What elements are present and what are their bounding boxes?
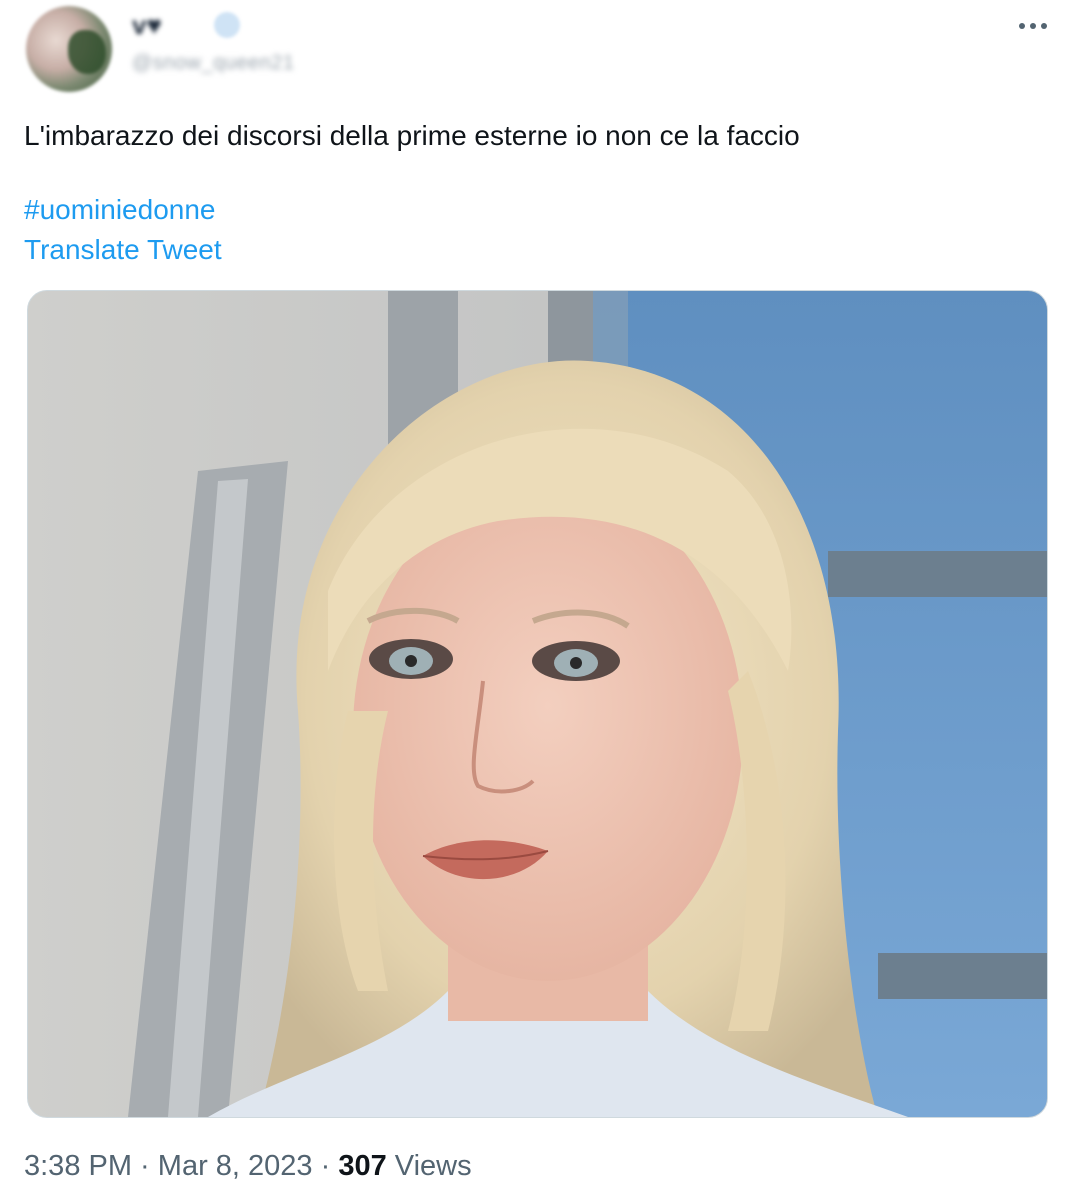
verified-icon — [214, 12, 240, 38]
views-label: Views — [386, 1150, 472, 1182]
views-count: 307 — [338, 1150, 387, 1182]
tweet-date[interactable]: Mar 8, 2023 — [158, 1150, 313, 1182]
tweet-meta: 3:38 PM · Mar 8, 2023 · 307 Views — [24, 1144, 472, 1188]
avatar-image — [68, 30, 106, 74]
tweet-media-photo[interactable] — [27, 290, 1048, 1118]
more-dot-icon — [1030, 23, 1036, 29]
more-dot-icon — [1019, 23, 1025, 29]
translate-tweet-link[interactable]: Translate Tweet — [24, 230, 222, 270]
tweet-text: L'imbarazzo dei discorsi della prime est… — [24, 120, 800, 151]
more-dot-icon — [1041, 23, 1047, 29]
avatar[interactable] — [26, 6, 112, 92]
meta-separator: · — [132, 1150, 158, 1182]
hashtag-link[interactable]: #uominiedonne — [24, 190, 216, 230]
user-handle[interactable]: @snow_queen21 — [132, 52, 294, 75]
display-name[interactable]: v♥ — [132, 10, 162, 41]
meta-separator: · — [312, 1150, 339, 1182]
more-options-button[interactable] — [1010, 6, 1056, 46]
tweet-time[interactable]: 3:38 PM — [24, 1150, 132, 1182]
